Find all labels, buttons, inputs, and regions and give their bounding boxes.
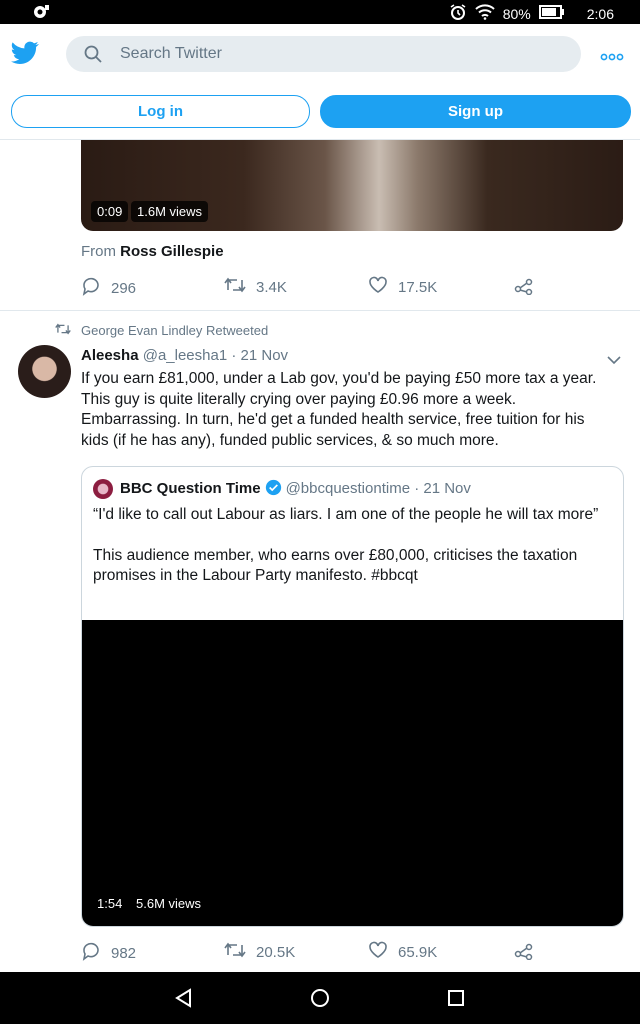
video-duration: 0:09 (91, 201, 129, 222)
reply-button[interactable]: 982 (81, 941, 136, 965)
retweet-button[interactable]: 20.5K (224, 941, 295, 963)
like-count: 17.5K (398, 278, 438, 296)
more-options-icon[interactable] (600, 48, 624, 66)
author-handle-date[interactable]: @a_leesha1 · 21 Nov (143, 347, 288, 364)
share-icon[interactable] (514, 277, 534, 299)
home-icon[interactable] (310, 988, 330, 1013)
quoted-author: BBC Question Time @bbcquestiontime · 21 N… (120, 479, 471, 500)
quoted-tweet[interactable]: BBC Question Time @bbcquestiontime · 21 N… (81, 466, 624, 927)
quoted-avatar (93, 479, 113, 499)
heart-icon (368, 276, 388, 298)
navigation-bar (0, 972, 640, 1024)
reply-icon (81, 941, 101, 965)
chevron-down-icon[interactable] (607, 352, 621, 370)
tweet-card[interactable]: 0:09 1.6M views From Ross Gillespie 296 … (0, 140, 640, 311)
tweet-author[interactable]: Aleesha @a_leesha1 · 21 Nov (81, 347, 288, 364)
quoted-text: “I'd like to call out Labour as liars. I… (93, 505, 608, 587)
wifi-icon (475, 4, 495, 23)
reply-icon (81, 276, 101, 300)
heart-icon (368, 941, 388, 963)
video-attribution: From Ross Gillespie (81, 243, 224, 260)
quoted-video[interactable]: 1:54 5.6M views (82, 620, 623, 926)
tweet-text: If you earn £81,000, under a Lab gov, yo… (81, 370, 597, 449)
like-button[interactable]: 17.5K (368, 276, 437, 298)
video-duration: 1:54 (91, 893, 129, 914)
retweet-count: 3.4K (256, 278, 287, 296)
twitter-logo-icon[interactable] (11, 41, 39, 70)
search-placeholder: Search Twitter (120, 45, 222, 62)
back-icon[interactable] (174, 988, 194, 1013)
alarm-icon (449, 3, 467, 24)
retweeted-by-text[interactable]: George Evan Lindley Retweeted (81, 323, 268, 338)
author-name[interactable]: Aleesha (81, 347, 139, 364)
quoted-handle-date: @bbcquestiontime · 21 Nov (285, 480, 471, 497)
retweet-button[interactable]: 3.4K (224, 276, 287, 298)
reply-button[interactable]: 296 (81, 276, 136, 300)
recents-icon[interactable] (447, 989, 465, 1012)
retweet-icon (224, 941, 246, 963)
share-icon[interactable] (514, 942, 534, 964)
like-button[interactable]: 65.9K (368, 941, 437, 963)
battery-percent: 80% (502, 5, 531, 22)
search-icon (84, 45, 102, 68)
signup-button[interactable]: Sign up (320, 95, 631, 128)
from-name[interactable]: Ross Gillespie (120, 243, 223, 260)
quoted-text-p2: This audience member, who earns over £80… (93, 546, 578, 585)
retweet-small-icon (55, 322, 71, 339)
clock-time: 2:06 (586, 5, 614, 22)
video-views: 5.6M views (130, 893, 208, 914)
quoted-author-name: BBC Question Time (120, 480, 261, 497)
login-button[interactable]: Log in (11, 95, 310, 128)
retweet-count: 20.5K (256, 943, 296, 961)
search-input[interactable]: Search Twitter (66, 36, 581, 72)
status-bar: 80% 2:06 (0, 0, 640, 24)
quoted-text-p1: “I'd like to call out Labour as liars. I… (93, 506, 599, 523)
reply-count: 296 (111, 279, 137, 297)
top-header: Search Twitter Log in Sign up (0, 24, 640, 140)
reply-count: 982 (111, 944, 137, 962)
like-count: 65.9K (398, 943, 438, 961)
verified-icon (265, 479, 282, 500)
retweeted-by-line: George Evan Lindley Retweeted (55, 322, 268, 339)
notification-icon (32, 4, 50, 23)
from-label: From (81, 243, 116, 260)
avatar[interactable] (18, 345, 71, 398)
video-thumbnail[interactable]: 0:09 1.6M views (81, 140, 623, 231)
retweet-icon (224, 276, 246, 298)
video-views: 1.6M views (131, 201, 209, 222)
tweet-actions: 982 20.5K 65.9K (0, 941, 640, 971)
battery-icon (538, 5, 565, 22)
